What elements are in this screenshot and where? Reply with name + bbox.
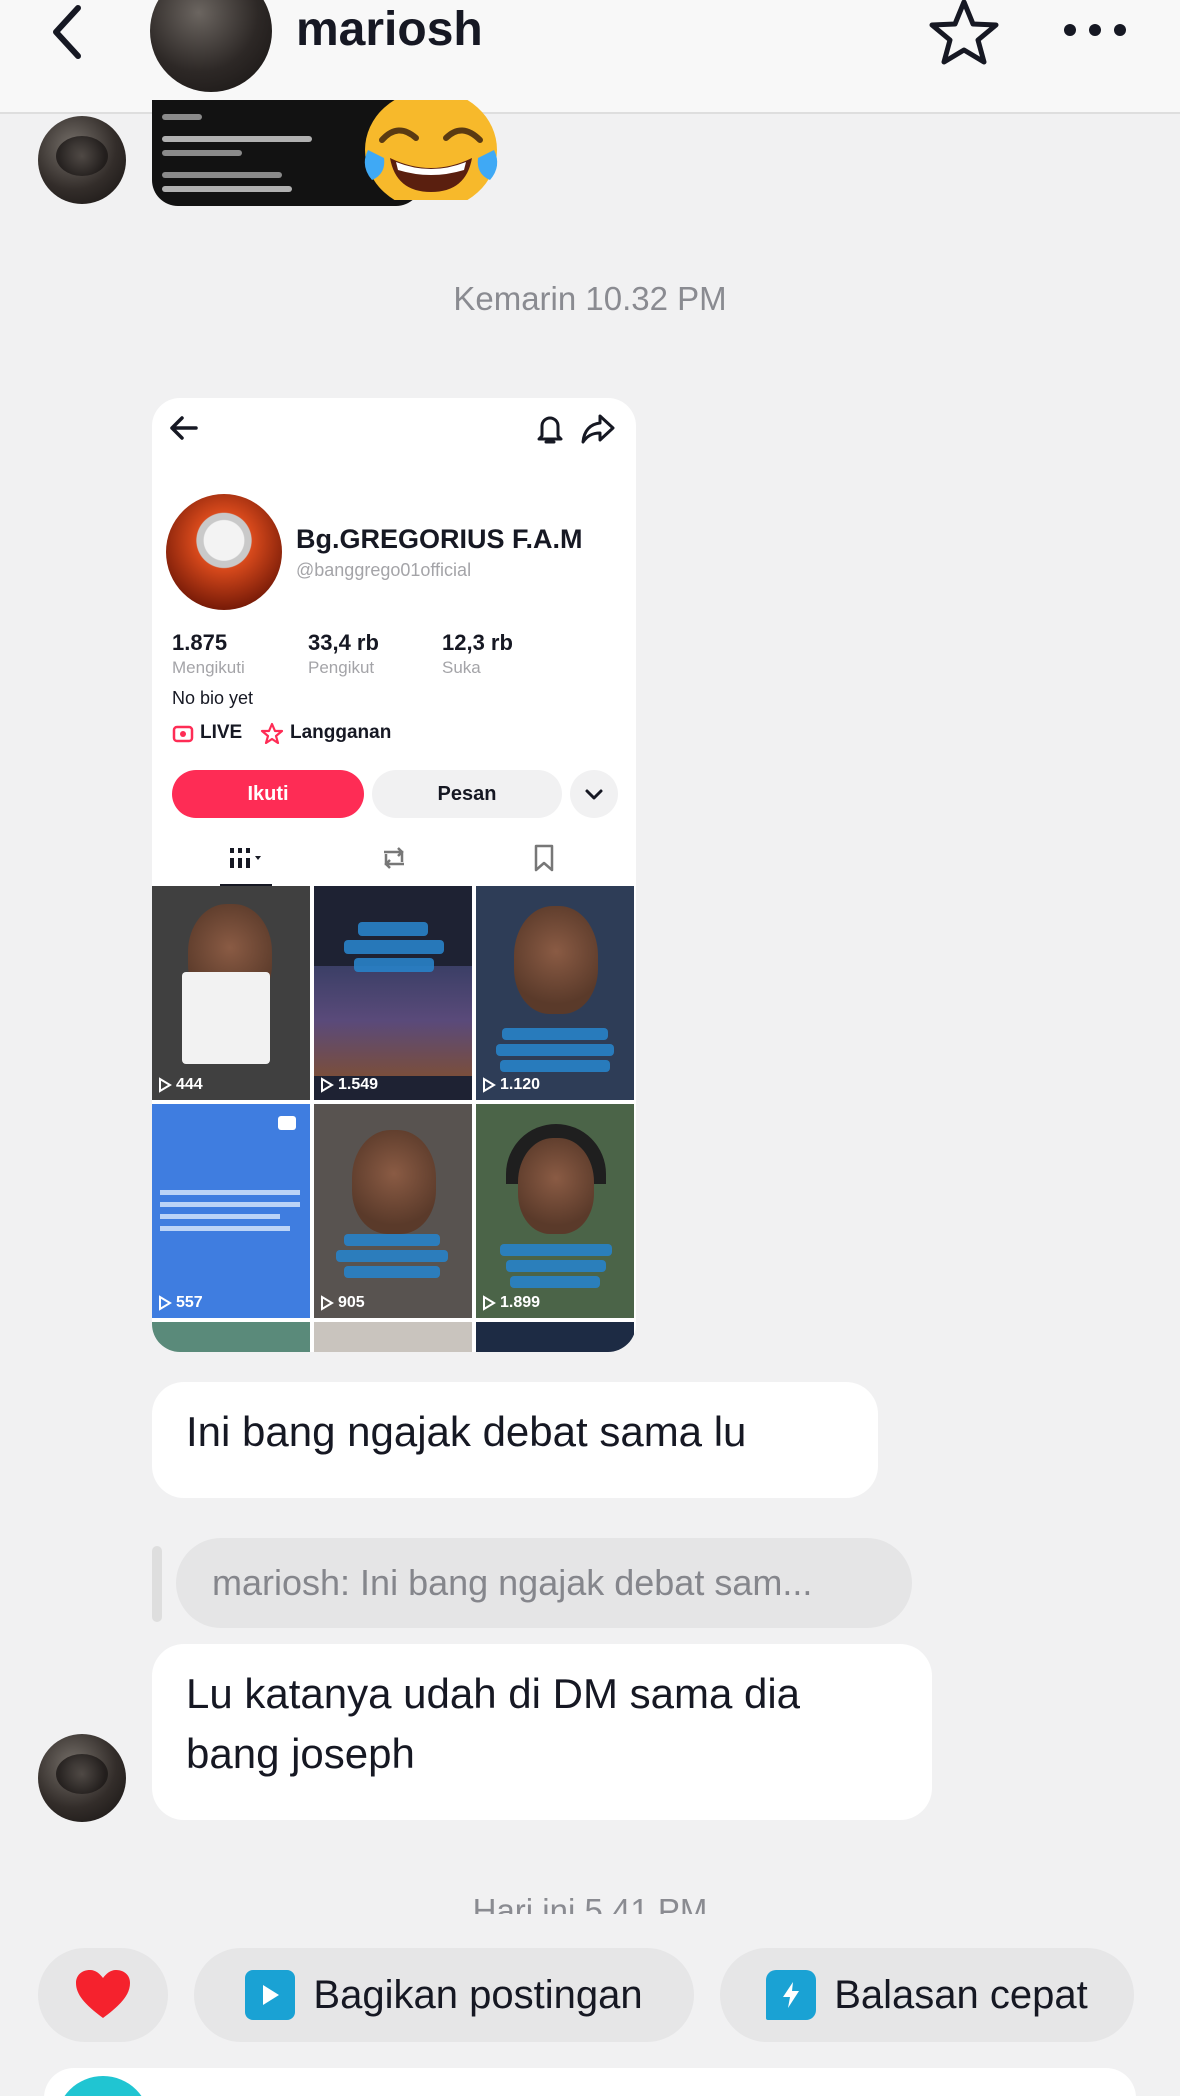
chat-header: mariosh [0,0,1180,114]
play-icon [321,1077,334,1093]
play-icon [321,1295,334,1311]
timestamp-separator: Kemarin 10.32 PM [453,280,727,317]
play-icon [483,1295,496,1311]
subscription-label: Langganan [290,722,392,743]
video-thumbnail: 1.549 [314,886,472,1100]
chevron-down-icon [585,789,603,800]
play-square-icon [245,1970,296,2020]
followers-label: Pengikut [308,658,375,677]
back-button[interactable] [40,0,100,64]
likes-label: Suka [442,658,481,677]
follow-button: Ikuti [172,770,364,818]
quick-reply-button[interactable]: Balasan cepat [720,1948,1134,2042]
like-button[interactable] [38,1948,168,2042]
video-views: 557 [158,1294,203,1312]
message-bubble[interactable]: Lu katanya udah di DM sama dia bang jose… [152,1644,932,1820]
chevron-left-icon [53,5,81,59]
avatar[interactable] [150,0,272,92]
avatar[interactable] [38,1734,126,1822]
video-thumbnail: 1.899 [476,1104,634,1318]
share-post-button[interactable]: Bagikan postingan [194,1948,694,2042]
profile-avatar [166,494,282,610]
video-views: 905 [320,1294,365,1312]
live-label: LIVE [200,722,243,743]
share-post-label: Bagikan postingan [313,1972,643,2017]
profile-bio: No bio yet [172,688,254,708]
message-text-line: bang joseph [186,1730,415,1777]
subscription-link: Langganan [260,722,391,744]
video-views: 1.899 [482,1294,540,1312]
shared-profile-card[interactable]: Bg.GREGORIUS F.A.M @banggrego01official … [152,398,636,1352]
video-views: 444 [158,1076,203,1094]
grid-tab-icon [230,848,261,868]
following-label: Mengikuti [172,658,245,677]
star-icon [929,0,999,65]
video-views: 1.549 [320,1076,378,1094]
avatar[interactable] [38,116,126,204]
repost-tab-icon [384,847,404,869]
live-tv-icon [172,725,194,743]
likes-count: 12,3 rb [442,630,513,655]
reply-indicator [152,1546,162,1622]
live-link: LIVE [172,722,242,744]
reply-preview[interactable]: mariosh: Ini bang ngajak debat sam... [176,1538,912,1628]
share-icon [581,414,615,444]
play-icon [159,1295,172,1311]
lightning-chat-icon [766,1970,817,2020]
video-thumbnail: 1.120 [476,886,634,1100]
play-icon [483,1077,496,1093]
play-icon [159,1077,172,1093]
arrow-left-icon [170,416,198,440]
quick-reply-label: Balasan cepat [834,1972,1088,2017]
timestamp-separator-clip: Hari ini 5.41 PM [0,1892,1180,1914]
laughing-emoji-icon [364,100,498,200]
chat-username[interactable]: mariosh [296,2,483,57]
bell-icon [537,416,563,444]
star-badge-icon [260,722,284,744]
following-count: 1.875 [172,630,228,655]
video-thumbnail [152,1322,310,1352]
message-bubble[interactable]: Ini bang ngajak debat sama lu [152,1382,878,1498]
video-thumbnail: 905 [314,1104,472,1318]
profile-name: Bg.GREGORIUS F.A.M [296,524,583,554]
message-button: Pesan [372,770,562,818]
video-thumbnail: 444 [152,886,310,1100]
video-views: 1.120 [482,1076,540,1094]
video-thumbnail: 557 [152,1104,310,1318]
followers-count: 33,4 rb [308,630,379,655]
bookmark-tab-icon [534,844,554,872]
video-thumbnail [476,1322,634,1352]
profile-dropdown-button [570,770,618,818]
more-horizontal-icon [1064,24,1126,36]
timestamp-separator: Hari ini 5.41 PM [472,1892,708,1914]
message-text-line: Lu katanya udah di DM sama dia [186,1670,801,1717]
video-thumbnail [314,1322,472,1352]
message-input[interactable] [44,2068,1136,2096]
profile-handle: @banggrego01official [296,560,472,580]
more-options-button[interactable] [1060,8,1130,48]
favorite-button[interactable] [926,0,1002,68]
heart-icon [76,1970,130,2018]
